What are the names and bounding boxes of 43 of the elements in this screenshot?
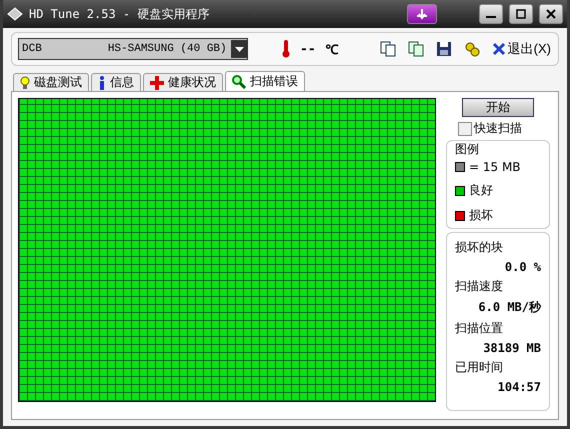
thermometer-icon [282,40,290,58]
drive-select[interactable]: DCB HS-SAMSUNG (40 GB) [18,38,248,60]
copy-all-icon[interactable] [406,40,425,58]
quick-scan-checkbox[interactable] [458,122,472,136]
stat-label: 已用时间 [455,359,504,376]
minimize-button[interactable] [479,4,503,24]
stat-label: 扫描位置 [455,320,504,337]
close-button[interactable] [539,4,563,24]
legend-label: = 15 MB [469,160,521,174]
temperature-value: -- [300,42,316,56]
legend-label: 损坏 [469,207,493,224]
lightbulb-icon [20,76,30,90]
close-icon [492,42,506,56]
tab[interactable]: 磁盘测试 [13,73,89,91]
legend-title: 图例 [455,141,480,158]
minimize-icon [486,16,496,18]
download-arrow-icon [415,7,429,21]
options-icon[interactable] [462,40,481,58]
copy-icon[interactable] [378,40,397,58]
app-icon [7,7,23,21]
stat-label: 损坏的块 [455,239,504,256]
save-icon[interactable] [434,40,453,58]
stat-label: 扫描速度 [455,278,504,295]
stat-value: 6.0 MB/秒 [477,299,541,316]
start-button[interactable]: 开始 [462,98,534,117]
info-icon [98,76,106,90]
tab[interactable]: 健康状况 [143,73,223,91]
download-button[interactable] [407,4,437,24]
tab[interactable]: 信息 [91,73,141,91]
health-cross-icon [150,76,164,90]
stat-value: 38189 MB [482,341,541,355]
window-title: HD Tune 2.53 - 硬盘实用程序 [29,6,210,22]
maximize-icon [516,9,526,19]
close-icon [546,9,556,19]
exit-button[interactable]: 退出(X) [490,39,552,59]
stat-value: 104:57 [496,380,541,394]
tab[interactable]: 扫描错误 [225,71,305,91]
legend-label: 良好 [469,182,493,199]
maximize-button[interactable] [509,4,533,24]
stat-value: 0.0 % [504,260,541,274]
search-icon [232,74,246,88]
temperature-unit: ℃ [326,42,339,58]
checkbox-label: 快速扫描 [474,120,522,137]
